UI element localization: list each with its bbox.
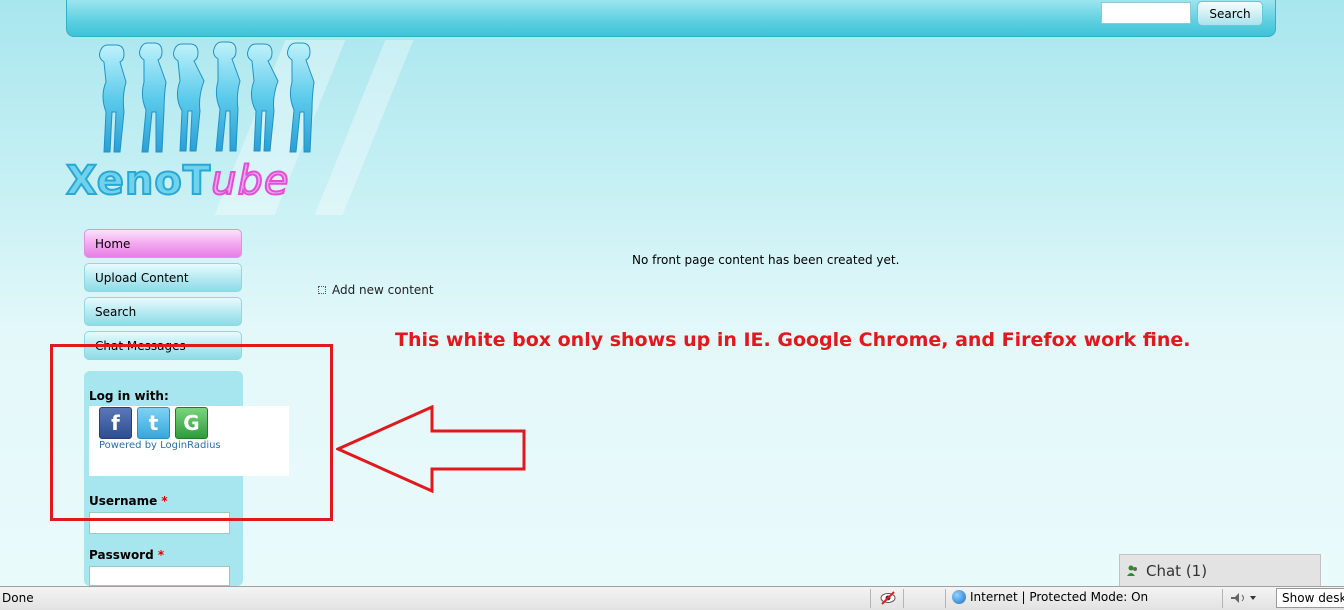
status-text: Done <box>2 591 34 605</box>
menu-item-upload-content[interactable]: Upload Content <box>84 263 242 292</box>
browser-status-bar: Done Internet | Protected Mode: On Show … <box>0 586 1344 610</box>
security-zone-label: Internet | Protected Mode: On <box>970 590 1149 604</box>
internet-globe-icon <box>952 590 966 604</box>
search-input[interactable] <box>1101 2 1191 24</box>
logo-word-tube: ube <box>210 157 290 205</box>
bullet-icon <box>318 286 326 294</box>
annotation-text: This white box only shows up in IE. Goog… <box>395 329 1191 351</box>
status-divider <box>870 589 871 608</box>
annotation-arrow-icon <box>336 405 526 493</box>
menu-item-label: Upload Content <box>95 270 189 285</box>
password-label: Password * <box>89 548 164 562</box>
annotation-highlight-box <box>50 344 333 521</box>
logo-wordmark: XenoTube <box>65 157 290 205</box>
show-desktop-label: Show desktop <box>1282 591 1344 605</box>
chat-tab-label: Chat (1) <box>1146 561 1208 580</box>
logo-figures-graphic <box>99 41 315 153</box>
menu-item-label: Home <box>95 236 131 251</box>
status-divider <box>903 589 904 608</box>
top-bar <box>66 0 1276 37</box>
password-field[interactable] <box>89 566 230 586</box>
status-divider <box>1222 589 1223 608</box>
show-desktop-button[interactable]: Show desktop <box>1276 588 1344 608</box>
required-marker: * <box>157 548 165 562</box>
logo-word-xeno: XenoT <box>65 157 212 205</box>
search-button[interactable]: Search <box>1197 1 1263 26</box>
zoom-level-icon[interactable] <box>1228 590 1258 606</box>
chat-users-icon <box>1127 565 1137 576</box>
chat-tab[interactable]: Chat (1) <box>1119 554 1321 586</box>
site-logo[interactable]: XenoTube <box>65 40 366 215</box>
password-label-text: Password <box>89 548 154 562</box>
add-new-content-label: Add new content <box>332 283 434 297</box>
add-new-content-link[interactable]: Add new content <box>318 283 434 297</box>
privacy-eye-icon[interactable] <box>880 590 896 606</box>
menu-item-home[interactable]: Home <box>84 229 242 258</box>
status-divider <box>945 589 946 608</box>
menu-item-search[interactable]: Search <box>84 297 242 326</box>
security-zone[interactable]: Internet | Protected Mode: On <box>952 590 1148 604</box>
menu-item-label: Search <box>95 304 137 319</box>
front-page-message: No front page content has been created y… <box>632 253 900 267</box>
